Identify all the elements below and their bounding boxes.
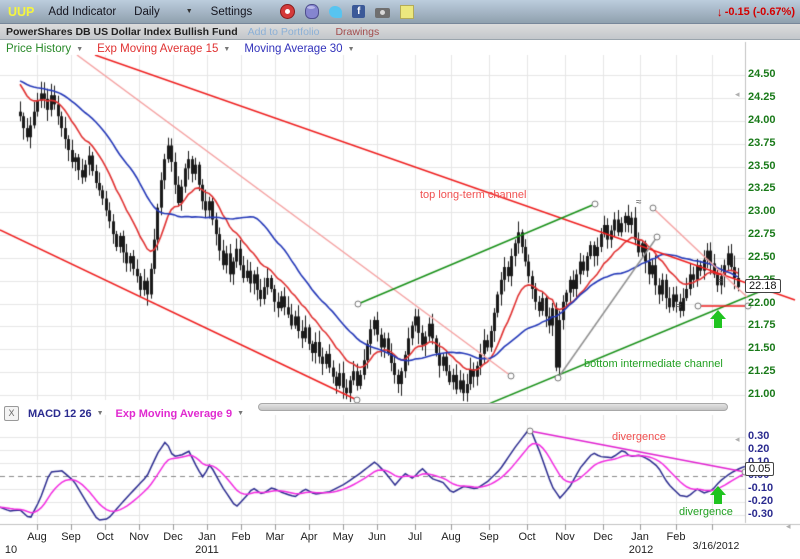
price-axis-label: 22.75 [748, 228, 776, 240]
ma30-dropdown[interactable]: Moving Average 30 [244, 43, 342, 55]
drawings-menu[interactable]: Drawings [335, 26, 379, 38]
chevron-down-icon: ▼ [237, 410, 244, 417]
price-change-readout: ↓ -0.15 (-0.67%) [717, 5, 795, 19]
price-axis-label: 21.00 [748, 388, 776, 400]
change-text: -0.15 (-0.67%) [725, 6, 795, 18]
facebook-icon[interactable]: f [352, 5, 365, 18]
approx-mark: ≈ [676, 301, 682, 312]
macd-axis-label: 0.20 [748, 443, 769, 455]
annotation-divergence-green[interactable]: divergence [679, 506, 733, 518]
ema15-dropdown[interactable]: Exp Moving Average 15 [97, 43, 218, 55]
time-axis-month-label: Mar [266, 531, 285, 543]
price-history-dropdown[interactable]: Price History [6, 43, 71, 55]
add-indicator-button[interactable]: Add Indicator [48, 6, 116, 18]
top-toolbar: UUP Add Indicator Daily ▼ Settings f ↓ -… [0, 0, 800, 24]
macd-dropdown[interactable]: MACD 12 26 [28, 408, 92, 420]
horizontal-scrollbar-thumb[interactable] [258, 403, 728, 411]
up-arrow-drawing-price[interactable] [710, 310, 726, 329]
annotation-divergence-red[interactable]: divergence [612, 431, 666, 443]
price-axis-label: 24.00 [748, 114, 776, 126]
price-axis-label: 23.00 [748, 205, 776, 217]
chevron-down-icon: ▼ [348, 46, 355, 53]
last-macd-box: 0.05 [745, 462, 774, 476]
approx-mark: ≈ [636, 197, 642, 208]
macd-axis-label: 0.30 [748, 430, 769, 442]
price-axis-label: 24.50 [748, 68, 776, 80]
time-axis-month-label: Sep [61, 531, 81, 543]
price-axis-label: 21.25 [748, 365, 776, 377]
time-axis-month-label: Feb [232, 531, 251, 543]
price-axis-label: 22.50 [748, 251, 776, 263]
alarm-clock-icon[interactable] [280, 4, 295, 19]
macd-axis-label: -0.20 [748, 495, 773, 507]
chevron-down-icon: ▼ [223, 46, 230, 53]
price-axis-label: 21.50 [748, 342, 776, 354]
timeframe-value: Daily [134, 6, 160, 18]
price-axis-label: 23.25 [748, 182, 776, 194]
close-indicator-button[interactable]: X [4, 406, 19, 421]
annotation-top-channel[interactable]: top long-term channel [420, 189, 526, 201]
charting-app: UUP Add Indicator Daily ▼ Settings f ↓ -… [0, 0, 800, 559]
symbol-label: UUP [8, 5, 34, 19]
time-axis-month-label: Dec [163, 531, 183, 543]
price-axis-label: 22.00 [748, 297, 776, 309]
macd-signal-dropdown[interactable]: Exp Moving Average 9 [116, 408, 233, 420]
time-axis-month-label: Sep [479, 531, 499, 543]
macd-pane-header: X MACD 12 26 ▼ Exp Moving Average 9 ▼ [4, 406, 256, 421]
time-axis-month-label: Jul [408, 531, 422, 543]
time-axis-month-label: Apr [300, 531, 317, 543]
time-axis-month-label: Oct [518, 531, 535, 543]
time-axis-month-label: Aug [27, 531, 47, 543]
sticky-note-icon[interactable] [400, 5, 414, 19]
price-axis-label: 23.75 [748, 137, 776, 149]
axis-marker-icon[interactable]: ◂ [735, 434, 740, 445]
chart-canvas[interactable] [0, 0, 800, 559]
macd-axis-label: -0.30 [748, 508, 773, 520]
time-axis-year-label: 10 [5, 544, 17, 556]
chevron-down-icon: ▼ [76, 46, 83, 53]
time-axis-year-label: 2011 [195, 544, 219, 556]
price-axis-label: 24.25 [748, 91, 776, 103]
approx-mark: ≈ [718, 276, 724, 287]
price-pane-legend: Price History ▼ Exp Moving Average 15 ▼ … [6, 43, 369, 55]
macd-axis-label: -0.10 [748, 482, 773, 494]
add-to-portfolio-link[interactable]: Add to Portfolio [248, 26, 320, 38]
time-axis-month-label: Aug [441, 531, 461, 543]
time-axis-month-label: May [333, 531, 354, 543]
time-axis-month-label: Jun [368, 531, 386, 543]
symbol-subbar: PowerShares DB US Dollar Index Bullish F… [0, 24, 800, 40]
time-axis-month-label: Dec [593, 531, 613, 543]
up-arrow-drawing-macd[interactable] [710, 486, 726, 505]
time-axis-month-label: Feb [667, 531, 686, 543]
time-axis-month-label: Nov [555, 531, 575, 543]
down-arrow-icon: ↓ [717, 5, 723, 19]
fund-name: PowerShares DB US Dollar Index Bullish F… [6, 26, 238, 38]
price-axis-label: 23.50 [748, 160, 776, 172]
last-price-box: 22.18 [745, 279, 781, 293]
annotation-bottom-channel[interactable]: bottom intermediate channel [584, 358, 723, 370]
time-axis-month-label: Oct [96, 531, 113, 543]
settings-button[interactable]: Settings [211, 6, 253, 18]
axis-marker-icon[interactable]: ◂ [735, 89, 740, 100]
time-axis-end-date: 3/16/2012 [693, 540, 740, 552]
axis-marker-icon[interactable]: ◂ [786, 521, 791, 532]
chevron-down-icon: ▼ [186, 8, 193, 15]
chevron-down-icon: ▼ [97, 410, 104, 417]
twitter-icon[interactable] [329, 6, 342, 18]
time-axis-month-label: Nov [129, 531, 149, 543]
price-axis-label: 21.75 [748, 319, 776, 331]
toolbar-icons: f [280, 4, 414, 19]
time-axis-month-label: Jan [631, 531, 649, 543]
database-icon[interactable] [305, 4, 319, 19]
time-axis-year-label: 2012 [629, 544, 653, 556]
camera-icon[interactable] [375, 8, 390, 18]
time-axis-month-label: Jan [198, 531, 216, 543]
timeframe-dropdown[interactable]: Daily ▼ [134, 6, 211, 18]
